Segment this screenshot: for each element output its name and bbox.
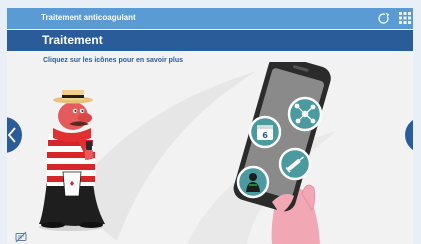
course-frame: Traitement anticoagulant Traitement Cliq [7, 8, 413, 244]
subtitles-off-icon[interactable] [15, 231, 27, 243]
chevron-left-icon [7, 127, 16, 143]
person-icon[interactable] [236, 165, 270, 199]
svg-text:6: 6 [262, 131, 268, 140]
section-title: Traitement [42, 33, 103, 47]
character-illustration: ♦ [39, 90, 105, 231]
grid-menu-icon[interactable] [399, 12, 411, 24]
instruction-text: Cliquez sur les icônes pour en savoir pl… [43, 57, 184, 64]
chevron-right-icon [405, 117, 413, 153]
syringe-icon[interactable] [278, 147, 312, 181]
next-slide-button[interactable] [405, 117, 413, 153]
section-header: Traitement [7, 30, 413, 51]
calendar-icon[interactable]: 6 [248, 115, 282, 149]
previous-slide-button[interactable] [7, 117, 22, 153]
refresh-icon[interactable] [377, 12, 390, 25]
top-bar: Traitement anticoagulant [7, 8, 413, 29]
svg-text:♦: ♦ [69, 180, 75, 188]
network-icon[interactable] [287, 96, 323, 132]
app-title: Traitement anticoagulant [41, 13, 136, 22]
